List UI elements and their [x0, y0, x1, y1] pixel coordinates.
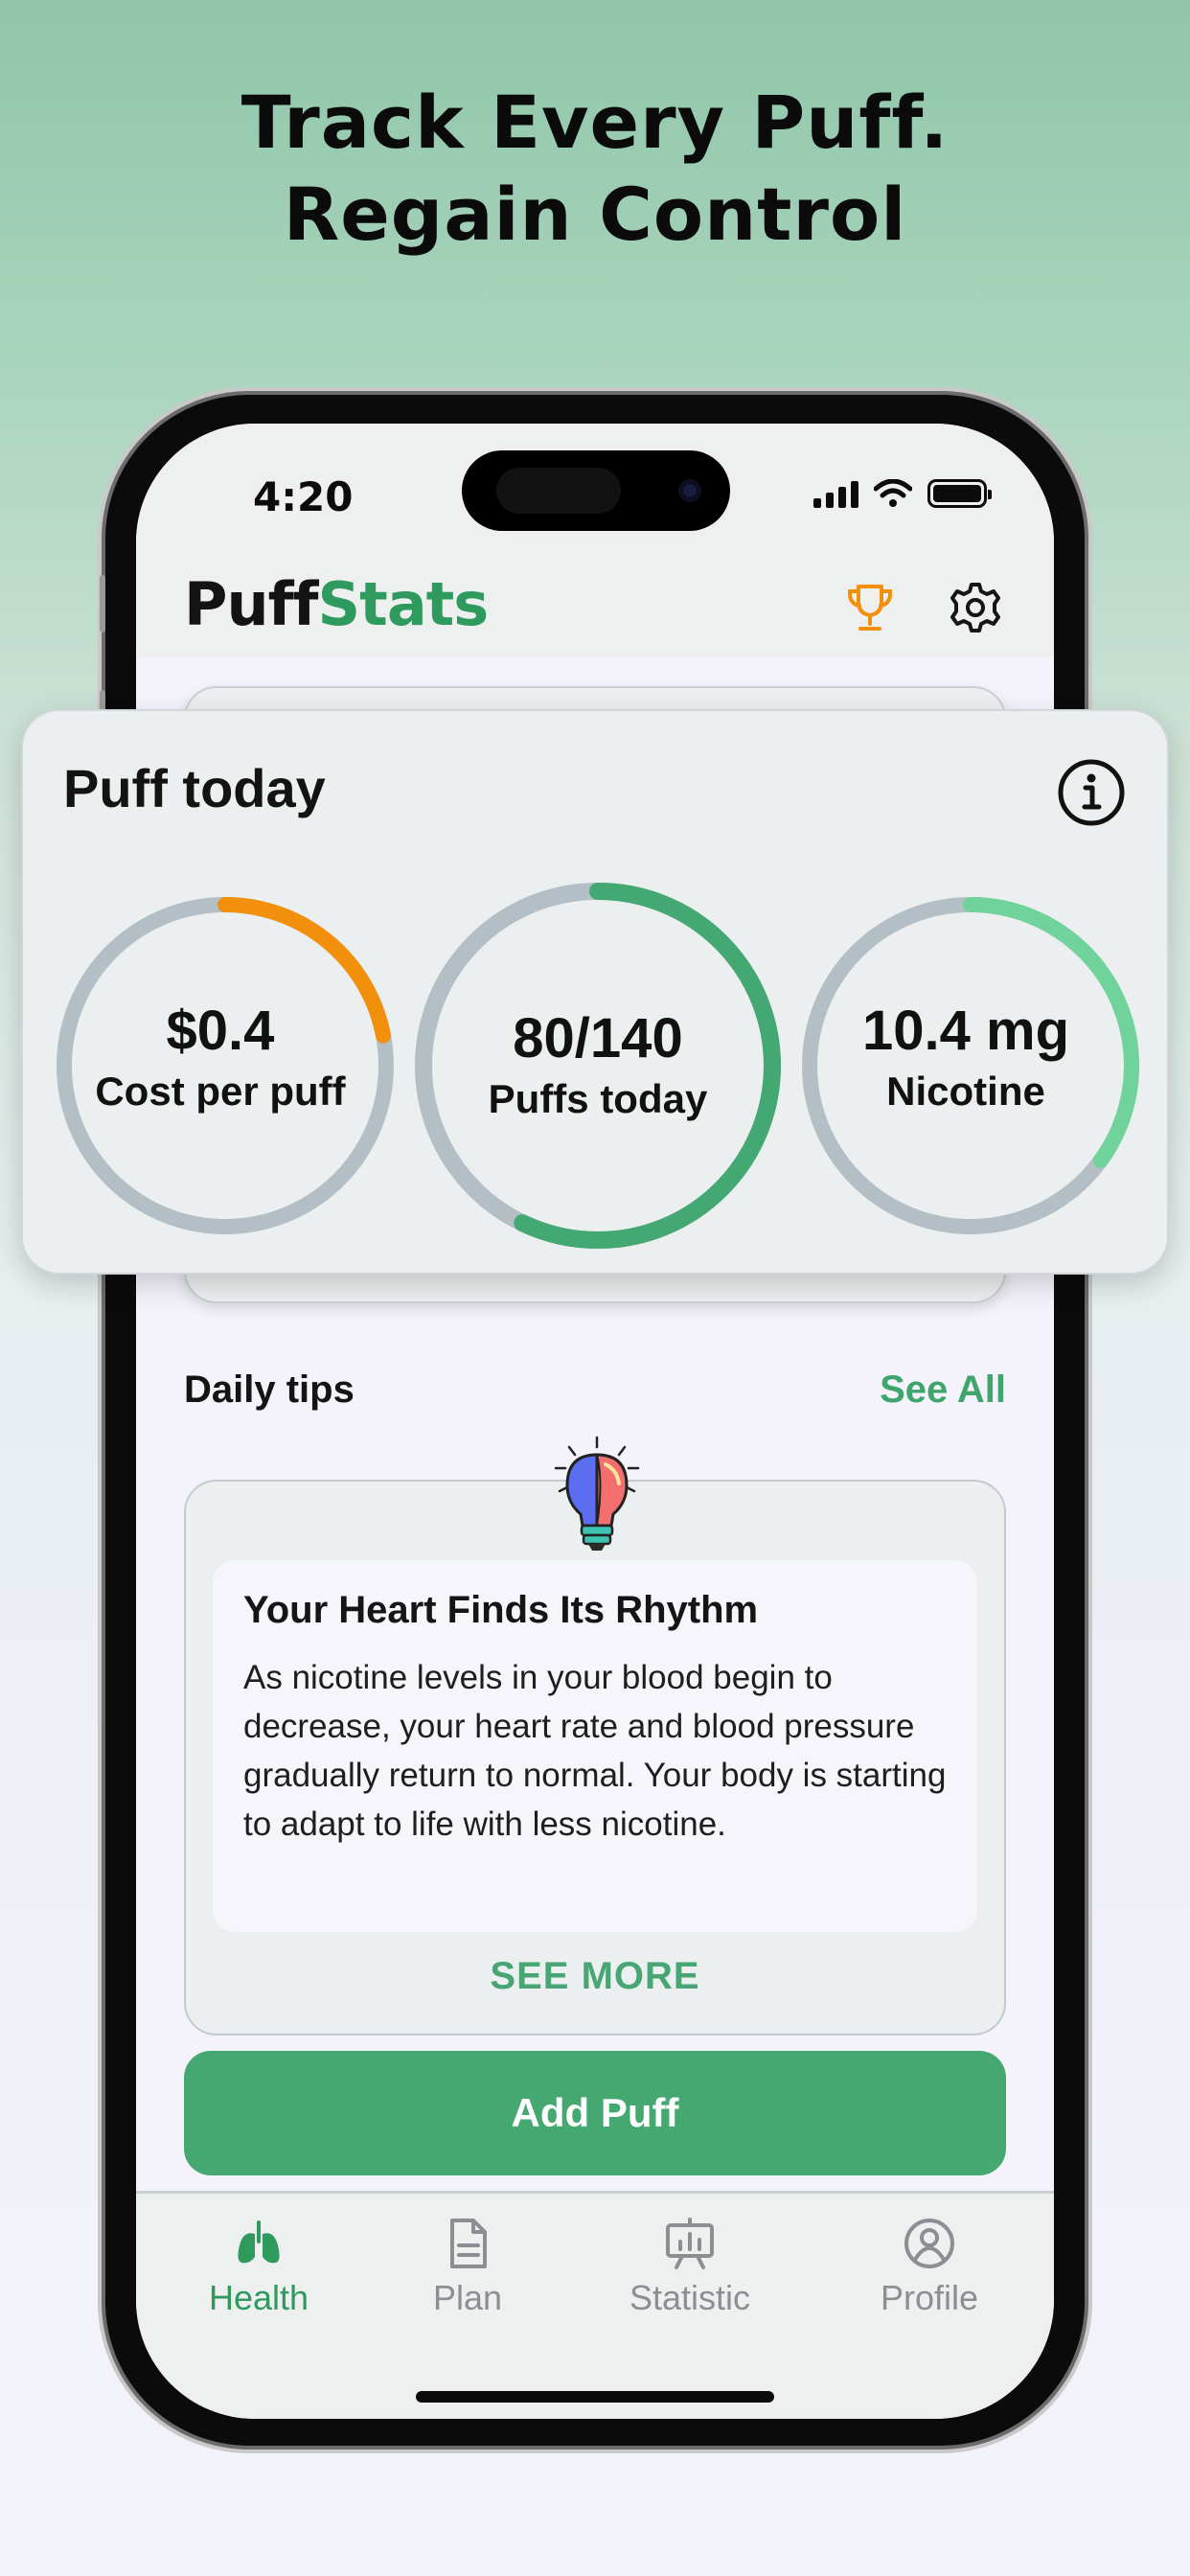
tip-body: As nicotine levels in your blood begin t… — [243, 1659, 947, 1843]
gauge-puffs-value: 80/140 — [513, 1007, 683, 1070]
lungs-icon — [238, 2220, 280, 2264]
gauge-cost-text: $0.4 Cost per puff — [57, 999, 383, 1115]
tab-statistic-label: Statistic — [629, 2278, 751, 2317]
see-all-link[interactable]: See All — [880, 1368, 1006, 1412]
home-indicator[interactable] — [416, 2391, 774, 2403]
trophy-icon[interactable] — [841, 579, 899, 636]
tip-title: Your Heart Finds Its Rhythm — [243, 1589, 759, 1631]
tab-profile-label: Profile — [880, 2278, 979, 2317]
gauge-nicotine-text: 10.4 mg Nicotine — [803, 999, 1129, 1115]
battery-icon — [927, 479, 992, 508]
tab-health-label: Health — [208, 2278, 309, 2317]
add-puff-button[interactable]: Add Puff — [184, 2051, 1006, 2175]
puff-today-card: Puff today $0.4 Cost per puff 80/140 Puf… — [21, 709, 1169, 1275]
gauge-puffs-label: Puffs today — [488, 1076, 708, 1121]
gauge-cost-label: Cost per puff — [95, 1069, 346, 1114]
status-time: 4:20 — [253, 473, 354, 520]
tab-plan[interactable]: Plan — [372, 2217, 563, 2318]
cellular-signal-icon — [813, 479, 858, 508]
status-bar: 4:20 — [136, 424, 1054, 558]
camera-lens-icon — [678, 479, 701, 502]
phone-action-button — [100, 575, 105, 632]
headline-line-1: Track Every Puff. — [240, 80, 950, 165]
presentation-chart-icon — [666, 2218, 714, 2269]
gauge-puffs-text: 80/140 Puffs today — [435, 1006, 761, 1122]
tab-health[interactable]: Health — [163, 2217, 355, 2318]
tip-content: Your Heart Finds Its Rhythm As nicotine … — [213, 1560, 977, 1932]
gear-icon[interactable] — [947, 579, 1004, 636]
gauge-nicotine-label: Nicotine — [886, 1069, 1045, 1114]
app-logo: PuffStats — [184, 569, 489, 639]
tab-profile[interactable]: Profile — [834, 2217, 1025, 2318]
marketing-headline: Track Every Puff. Regain Control — [0, 77, 1190, 261]
lightbulb-icon — [554, 1436, 640, 1551]
tab-plan-label: Plan — [432, 2278, 503, 2317]
daily-tip-card: Your Heart Finds Its Rhythm As nicotine … — [184, 1480, 1006, 2036]
dynamic-island — [462, 450, 730, 531]
app-header: PuffStats — [136, 558, 1054, 657]
gauge-cost-value: $0.4 — [166, 1000, 275, 1062]
bottom-tab-bar: Health Plan Statistic Profile — [136, 2191, 1054, 2419]
user-circle-icon — [904, 2219, 954, 2268]
see-more-button[interactable]: SEE MORE — [186, 1955, 1004, 1998]
headline-line-2: Regain Control — [283, 172, 907, 257]
gauge-nicotine-value: 10.4 mg — [862, 1000, 1069, 1062]
wifi-icon — [874, 479, 912, 507]
document-icon — [450, 2219, 487, 2268]
tab-statistic[interactable]: Statistic — [594, 2217, 786, 2318]
daily-tips-title: Daily tips — [184, 1368, 355, 1411]
gauges-area — [57, 883, 1139, 1249]
